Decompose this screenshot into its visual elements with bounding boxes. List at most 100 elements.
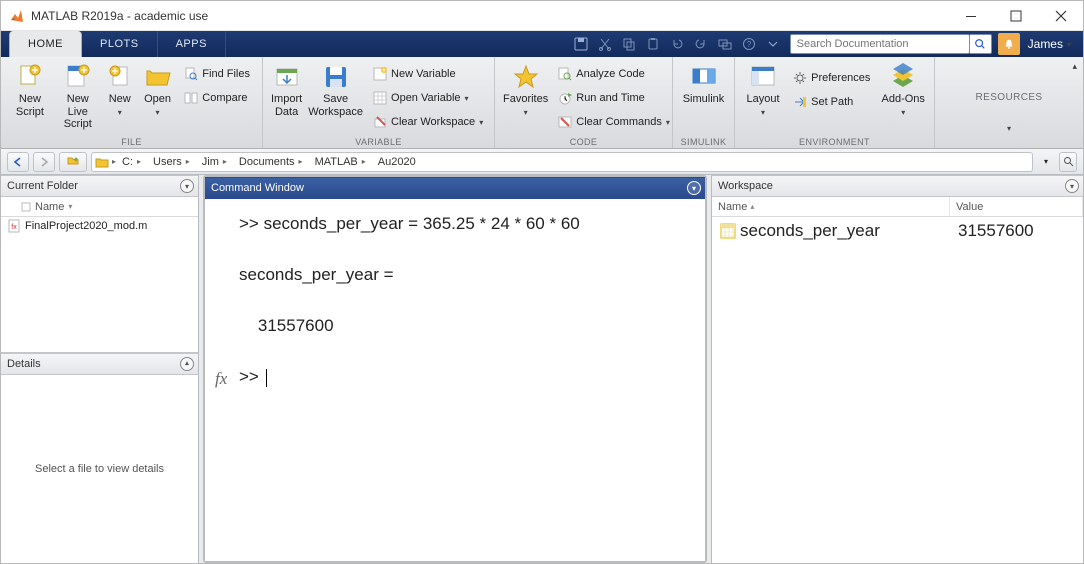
analyze-code-label: Analyze Code xyxy=(576,68,645,80)
paste-icon[interactable] xyxy=(642,33,664,55)
chevron-down-icon: ▾ xyxy=(118,108,122,117)
details-placeholder: Select a file to view details xyxy=(35,463,164,475)
window-close-button[interactable] xyxy=(1038,1,1083,31)
cmd-input-line: >> seconds_per_year = 365.25 * 24 * 60 *… xyxy=(239,214,580,233)
workspace-row[interactable]: seconds_per_year 31557600 xyxy=(712,217,1083,245)
ribbon-collapse-icon[interactable]: ▴ xyxy=(1072,61,1077,72)
command-lines: >> seconds_per_year = 365.25 * 24 * 60 *… xyxy=(239,211,693,390)
breadcrumb-seg-4[interactable]: MATLAB▸ xyxy=(309,153,372,171)
tab-plots[interactable]: PLOTS xyxy=(82,31,158,57)
window-minimize-button[interactable] xyxy=(948,1,993,31)
ws-col-name[interactable]: Name▴ xyxy=(712,197,950,216)
new-button[interactable]: New ▾ xyxy=(105,61,135,117)
user-menu[interactable]: James ▾ xyxy=(1022,37,1079,51)
file-item[interactable]: fx FinalProject2020_mod.m xyxy=(1,217,198,235)
chevron-down-icon: ▾ xyxy=(465,94,469,103)
ribbon-group-variable: Import Data Save Workspace New Variable … xyxy=(263,57,495,148)
breadcrumb-seg-1[interactable]: Users▸ xyxy=(147,153,196,171)
workspace-panel: Workspace ▾ Name▴ Value seconds_per_year… xyxy=(711,175,1083,563)
layout-label: Layout xyxy=(747,93,780,106)
breadcrumb-seg-5[interactable]: Au2020 xyxy=(372,153,422,171)
import-data-button[interactable]: Import Data xyxy=(271,61,302,118)
import-data-icon xyxy=(273,63,301,91)
window-maximize-button[interactable] xyxy=(993,1,1038,31)
details-panel: Details ▾ Select a file to view details xyxy=(1,353,198,563)
cut-icon[interactable] xyxy=(594,33,616,55)
nav-forward-button[interactable] xyxy=(33,152,55,172)
text-caret xyxy=(266,369,267,387)
current-folder-header[interactable]: Current Folder ▾ xyxy=(1,175,198,197)
addons-button[interactable]: Add-Ons ▾ xyxy=(880,61,926,117)
current-folder-col-header[interactable]: Name ▾ xyxy=(1,197,198,217)
addons-label: Add-Ons xyxy=(882,93,925,106)
tab-apps[interactable]: APPS xyxy=(158,31,226,57)
compare-button[interactable]: Compare xyxy=(180,87,254,109)
search-path-icon[interactable] xyxy=(1059,152,1077,172)
notification-bell-icon[interactable] xyxy=(998,33,1020,55)
qat-dropdown-icon[interactable] xyxy=(762,33,784,55)
panel-collapse-icon[interactable]: ▾ xyxy=(180,357,194,371)
undo-icon[interactable] xyxy=(666,33,688,55)
breadcrumb-seg-0[interactable]: C:▸ xyxy=(116,153,147,171)
command-window-body[interactable]: fx >> seconds_per_year = 365.25 * 24 * 6… xyxy=(205,199,705,561)
panel-actions-icon[interactable]: ▾ xyxy=(180,179,194,193)
switch-windows-icon[interactable] xyxy=(714,33,736,55)
copy-icon[interactable] xyxy=(618,33,640,55)
window-title: MATLAB R2019a - academic use xyxy=(31,9,208,23)
new-file-icon xyxy=(106,63,134,91)
new-live-script-button[interactable]: New Live Script xyxy=(57,61,99,131)
titlebar: MATLAB R2019a - academic use xyxy=(1,1,1083,31)
save-icon[interactable] xyxy=(570,33,592,55)
open-button[interactable]: Open ▾ xyxy=(141,61,174,117)
details-header[interactable]: Details ▾ xyxy=(1,353,198,375)
new-script-button[interactable]: New Script xyxy=(9,61,51,118)
run-and-time-button[interactable]: Run and Time xyxy=(554,87,674,109)
nav-up-button[interactable] xyxy=(59,152,87,172)
simulink-button[interactable]: Simulink xyxy=(681,61,726,106)
tab-home[interactable]: HOME xyxy=(9,31,82,57)
find-files-button[interactable]: Find Files xyxy=(180,63,254,85)
workspace-header[interactable]: Workspace ▾ xyxy=(712,175,1083,197)
nav-back-button[interactable] xyxy=(7,152,29,172)
fx-icon[interactable]: fx xyxy=(215,211,233,389)
redo-icon[interactable] xyxy=(690,33,712,55)
new-variable-button[interactable]: New Variable xyxy=(369,63,487,85)
analyze-code-button[interactable]: Analyze Code xyxy=(554,63,674,85)
pathbar: ▸ C:▸ Users▸ Jim▸ Documents▸ MATLAB▸ Au2… xyxy=(1,149,1083,175)
favorites-button[interactable]: Favorites ▾ xyxy=(503,61,548,117)
set-path-button[interactable]: Set Path xyxy=(789,91,874,113)
favorites-star-icon xyxy=(512,63,540,91)
help-icon[interactable]: ? xyxy=(738,33,760,55)
open-variable-button[interactable]: Open Variable ▾ xyxy=(369,87,487,109)
search-documentation-input[interactable] xyxy=(790,34,970,54)
workspace-body: Name▴ Value seconds_per_year 31557600 xyxy=(712,197,1083,563)
simulink-group-label: SIMULINK xyxy=(673,137,734,147)
clear-commands-button[interactable]: Clear Commands ▾ xyxy=(554,111,674,133)
layout-button[interactable]: Layout ▾ xyxy=(743,61,783,117)
chevron-down-icon[interactable]: ▾ xyxy=(1007,124,1011,133)
breadcrumb-seg-3[interactable]: Documents▸ xyxy=(233,153,309,171)
panel-actions-icon[interactable]: ▾ xyxy=(1065,179,1079,193)
preferences-button[interactable]: Preferences xyxy=(789,67,874,89)
command-window-header[interactable]: Command Window ▾ xyxy=(205,177,705,199)
chevron-down-icon: ▾ xyxy=(666,118,670,127)
clear-workspace-button[interactable]: Clear Workspace ▾ xyxy=(369,111,487,133)
breadcrumb[interactable]: ▸ C:▸ Users▸ Jim▸ Documents▸ MATLAB▸ Au2… xyxy=(91,152,1033,172)
chevron-down-icon: ▾ xyxy=(761,108,765,117)
m-file-icon: fx xyxy=(7,219,21,233)
save-workspace-button[interactable]: Save Workspace xyxy=(308,61,363,118)
run-and-time-label: Run and Time xyxy=(576,92,644,104)
clear-workspace-label: Clear Workspace xyxy=(391,116,475,128)
panel-actions-icon[interactable]: ▾ xyxy=(687,181,701,195)
details-title: Details xyxy=(7,358,41,370)
ws-var-value: 31557600 xyxy=(958,221,1034,241)
ws-col-value[interactable]: Value xyxy=(950,197,1083,216)
breadcrumb-seg-2[interactable]: Jim▸ xyxy=(196,153,233,171)
run-time-icon xyxy=(558,91,572,105)
set-path-icon xyxy=(793,95,807,109)
path-dropdown-icon[interactable]: ▾ xyxy=(1037,152,1055,172)
new-variable-label: New Variable xyxy=(391,68,456,80)
current-folder-title: Current Folder xyxy=(7,180,78,192)
new-script-label: New Script xyxy=(16,93,44,118)
search-button[interactable] xyxy=(970,34,992,54)
